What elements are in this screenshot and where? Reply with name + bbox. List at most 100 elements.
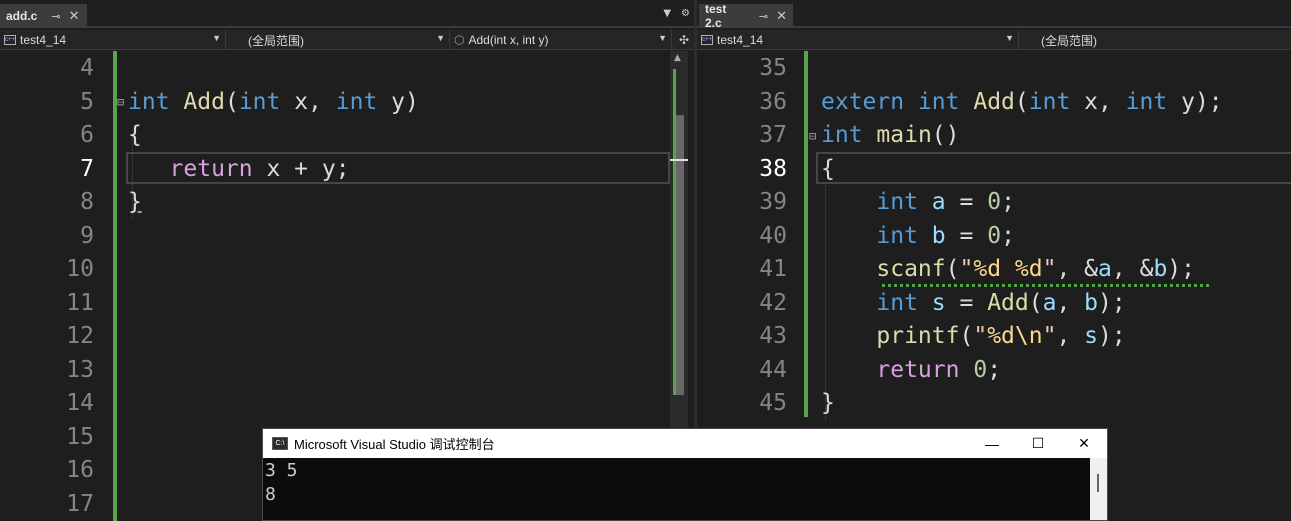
maximize-button[interactable]: ☐ — [1015, 429, 1061, 458]
project-icon: c++ — [4, 35, 16, 45]
token: %d — [987, 323, 1015, 349]
code-line-41: scanf("%d %d", &a, &b); — [821, 252, 1195, 286]
token: %d — [1014, 256, 1043, 282]
fold-collapse-icon[interactable]: ⊟ — [117, 95, 124, 109]
line-number: 9 — [80, 223, 94, 249]
token: int — [876, 189, 918, 215]
token: , & — [1056, 256, 1099, 282]
token: int — [1125, 89, 1168, 115]
current-line-highlight — [816, 152, 1291, 184]
project-dropdown[interactable]: c++ test4_14 ▼ — [697, 30, 1019, 50]
token: extern — [821, 89, 905, 115]
tab-tools: ▼ ⚙ — [663, 8, 690, 19]
token: scanf — [876, 256, 946, 282]
token: ( — [224, 89, 239, 115]
chevron-down-icon: ▼ — [1005, 33, 1014, 43]
close-icon[interactable]: ✕ — [776, 8, 787, 24]
chevron-down-icon: ▼ — [436, 33, 445, 43]
line-number-current: 38 — [759, 156, 787, 182]
split-window-icon[interactable]: ✣ — [674, 30, 694, 50]
change-map-mark — [673, 69, 676, 395]
token: = — [945, 223, 988, 249]
chevron-down-icon: ▼ — [658, 33, 667, 43]
code-line-43: printf("%d\n", s); — [821, 319, 1125, 353]
token: ; — [1001, 223, 1015, 249]
minimize-button[interactable]: — — [969, 429, 1015, 458]
code-line-37: int main() — [821, 118, 960, 152]
function-cube-icon: ⬡ — [454, 33, 465, 47]
line-number: 41 — [759, 256, 787, 282]
code-line-42: int s = Add(a, b); — [821, 286, 1126, 320]
code-line-45: } — [821, 390, 835, 416]
tab-label: add.c — [6, 9, 38, 23]
console-title: Microsoft Visual Studio 调试控制台 — [294, 437, 495, 452]
token: int — [128, 89, 170, 115]
close-icon[interactable]: ✕ — [69, 8, 80, 24]
line-number: 42 — [759, 290, 787, 316]
gear-icon[interactable]: ⚙ — [681, 8, 690, 19]
token: b — [1084, 290, 1099, 316]
token: Add — [183, 89, 225, 115]
tab-add-c[interactable]: add.c ⊸ ✕ — [0, 4, 87, 28]
pin-icon[interactable]: ⊸ — [51, 10, 60, 23]
line-number: 14 — [66, 390, 94, 416]
token: Add — [973, 89, 1015, 115]
code-line-40: int b = 0; — [821, 219, 1015, 253]
debug-console-window[interactable]: C:\ Microsoft Visual Studio 调试控制台 — ☐ ✕ … — [262, 428, 1108, 521]
line-number: 13 — [66, 357, 94, 383]
line-number: 39 — [759, 189, 787, 215]
token: a — [931, 189, 946, 215]
token: 0 — [987, 223, 1002, 249]
token: x, — [280, 89, 336, 115]
dropdown-icon[interactable]: ▼ — [663, 8, 671, 19]
token: ; — [1001, 189, 1015, 215]
line-number: 10 — [66, 256, 94, 282]
change-indicator-bar — [804, 51, 808, 417]
console-scroll-thumb[interactable] — [1097, 474, 1099, 492]
token: printf — [876, 323, 960, 349]
change-indicator-bar — [113, 51, 117, 521]
token: ( — [1014, 89, 1029, 115]
project-dropdown[interactable]: c++ test4_14 ▼ — [0, 30, 226, 50]
line-number: 37 — [759, 122, 787, 148]
token: ( — [959, 323, 974, 349]
scope-dropdown[interactable]: (全局范围) ▼ — [226, 30, 450, 50]
line-number: 12 — [66, 323, 94, 349]
project-name: test4_14 — [717, 33, 764, 47]
token: ; — [987, 357, 1002, 383]
console-output-line: 8 — [265, 484, 276, 505]
navigation-bar: c++ test4_14 ▼ (全局范围) — [697, 30, 1291, 50]
close-button[interactable]: ✕ — [1061, 429, 1107, 458]
token: ); — [1098, 290, 1126, 316]
code-line-7: return x + y; — [128, 152, 350, 186]
chevron-down-icon: ▼ — [212, 33, 221, 43]
console-title-bar[interactable]: C:\ Microsoft Visual Studio 调试控制台 — ☐ ✕ — [263, 429, 1107, 458]
line-number: 44 — [759, 357, 787, 383]
token: 0 — [987, 189, 1002, 215]
line-number: 8 — [80, 189, 94, 215]
console-output[interactable]: 3 58 — [265, 459, 298, 507]
caret-position-mark — [670, 159, 688, 161]
fold-collapse-icon[interactable]: ⊟ — [809, 129, 816, 143]
member-name: Add(int x, int y) — [468, 33, 549, 47]
pin-icon[interactable]: ⊸ — [759, 10, 768, 23]
token: ( — [1028, 290, 1043, 316]
scope-dropdown[interactable]: (全局范围) — [1019, 30, 1291, 50]
token: s — [1084, 323, 1099, 349]
console-scrollbar[interactable] — [1090, 458, 1107, 520]
scroll-up-icon[interactable]: ▲ — [674, 53, 681, 63]
tab-strip: test 2.c ⊸ ✕ — [697, 0, 1291, 30]
code-line-6: { — [128, 122, 142, 148]
code-line-44: return 0; — [821, 353, 1001, 387]
member-dropdown[interactable]: ⬡ Add(int x, int y) ▼ — [450, 30, 672, 50]
line-number: 17 — [66, 491, 94, 517]
line-number: 16 — [66, 457, 94, 483]
token: " — [1042, 323, 1057, 349]
code-line-8: } — [128, 189, 142, 215]
token: Add — [987, 290, 1029, 316]
token: = — [945, 290, 988, 316]
tab-test-2-c[interactable]: test 2.c ⊸ ✕ — [699, 2, 793, 30]
token: return — [169, 156, 253, 182]
